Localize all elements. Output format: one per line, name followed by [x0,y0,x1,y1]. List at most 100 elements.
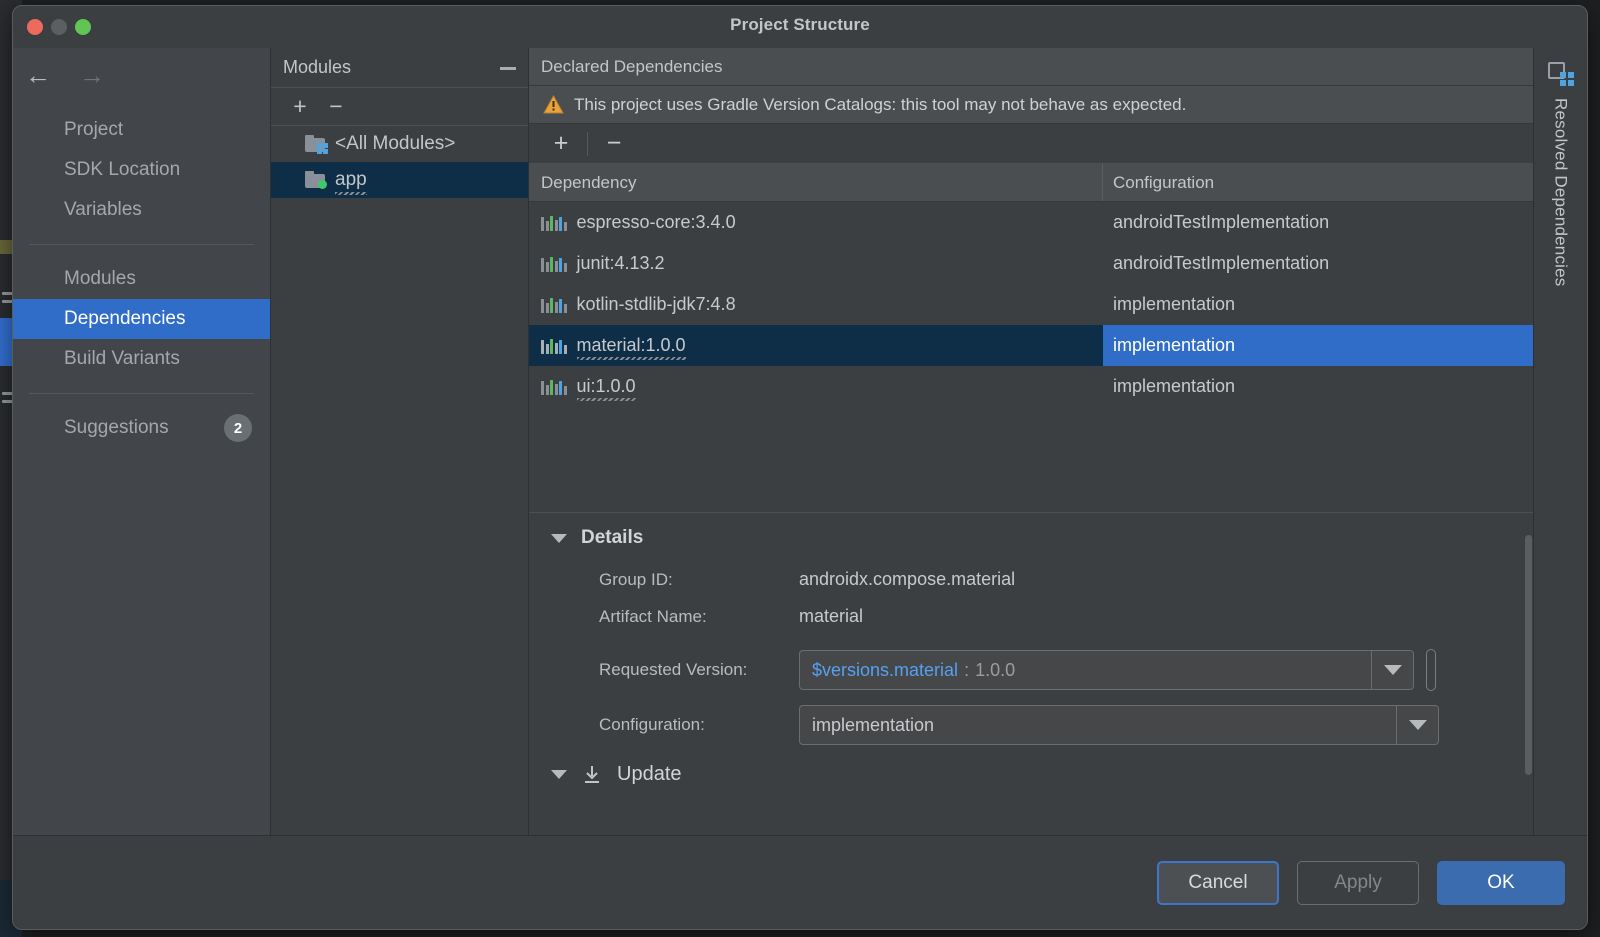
dependencies-toolbar: + − [529,124,1535,164]
sidebar-item-suggestions[interactable]: Suggestions 2 [13,408,270,448]
configuration-dropdown[interactable]: implementation [799,705,1439,745]
dependency-label: kotlin-stdlib-jdk7:4.8 [577,294,736,315]
table-row[interactable]: junit:4.13.2 androidTestImplementation [529,243,1535,284]
column-header-dependency[interactable]: Dependency [529,164,1103,201]
dependency-label: espresso-core:3.4.0 [577,212,736,233]
sidebar-item-label: Project [64,119,123,141]
navigation-sidebar: ← → Project SDK Location Variables Modul… [13,48,271,837]
library-icon [541,215,567,231]
sidebar-divider [29,393,254,394]
library-icon [541,379,567,395]
page-title: Project Structure [13,15,1587,35]
details-title: Details [581,527,643,549]
update-label: Update [617,763,682,786]
suggestions-badge: 2 [224,414,252,442]
sidebar-item-modules[interactable]: Modules [13,259,270,299]
table-row[interactable]: kotlin-stdlib-jdk7:4.8 implementation [529,284,1535,325]
sidebar-item-build-variants[interactable]: Build Variants [13,339,270,379]
remove-module-button[interactable]: − [321,93,351,121]
remove-dependency-button[interactable]: − [594,129,634,159]
group-id-row: Group ID: androidx.compose.material [529,561,1535,598]
modules-panel-title: Modules [283,57,351,78]
table-row[interactable]: ui:1.0.0 implementation [529,366,1535,407]
chevron-down-icon[interactable] [1396,706,1438,744]
minimize-icon[interactable] [498,58,518,78]
requested-version-dropdown[interactable]: $versions.material : 1.0.0 [799,650,1414,690]
project-structure-dialog: Project Structure ← → Project SDK Locati… [12,5,1588,930]
dependency-cell[interactable]: kotlin-stdlib-jdk7:4.8 [529,284,1103,325]
table-row-selected[interactable]: material:1.0.0 implementation [529,325,1535,366]
requested-version-label: Requested Version: [599,660,799,680]
group-id-value: androidx.compose.material [799,569,1015,590]
arrow-left-icon[interactable]: ← [25,62,51,88]
requested-version-row: Requested Version: $versions.material : … [529,649,1535,691]
configuration-cell[interactable]: androidTestImplementation [1103,202,1535,243]
details-section: Details Group ID: androidx.compose.mater… [529,512,1535,837]
cancel-button[interactable]: Cancel [1157,861,1279,905]
table-row[interactable]: espresso-core:3.4.0 androidTestImplement… [529,202,1535,243]
configuration-cell[interactable]: implementation [1103,325,1535,366]
dependency-label: ui:1.0.0 [577,376,636,397]
module-row-all-modules[interactable]: <All Modules> [271,126,528,162]
artifact-name-row: Artifact Name: material [529,598,1535,635]
sidebar-item-sdk-location[interactable]: SDK Location [13,150,270,190]
modules-grid-icon [1548,62,1574,86]
resolved-dependencies-strip[interactable]: Resolved Dependencies [1533,48,1587,837]
sidebar-item-label: SDK Location [64,159,180,181]
declared-dependencies-header: Declared Dependencies [529,48,1535,86]
dependency-cell[interactable]: junit:4.13.2 [529,243,1103,284]
dependency-cell[interactable]: ui:1.0.0 [529,366,1103,407]
dependencies-table: Dependency Configuration espresso-core:3… [529,164,1535,502]
modules-panel-header: Modules [271,48,528,88]
gradle-catalog-warning-banner: This project uses Gradle Version Catalog… [529,86,1535,124]
table-body: espresso-core:3.4.0 androidTestImplement… [529,202,1535,502]
sidebar-item-variables[interactable]: Variables [13,190,270,230]
sidebar-item-label: Modules [64,268,136,290]
configuration-label: Configuration: [599,715,799,735]
configuration-cell[interactable]: androidTestImplementation [1103,243,1535,284]
ok-button[interactable]: OK [1437,861,1565,905]
dialog-footer: Cancel Apply OK [13,835,1587,929]
configuration-cell[interactable]: implementation [1103,284,1535,325]
sidebar-item-label: Suggestions [64,417,169,439]
modules-toolbar: + − [271,88,528,126]
add-dependency-button[interactable]: + [541,129,581,159]
library-icon [541,297,567,313]
module-label: app [335,169,367,191]
group-id-label: Group ID: [599,570,799,590]
module-row-app[interactable]: app [271,162,528,198]
chevron-down-icon[interactable] [1371,651,1413,689]
version-variable-handle[interactable] [1426,649,1436,691]
requested-version-separator: : [964,660,969,681]
configuration-selected-value: implementation [812,715,934,736]
download-icon [581,765,603,785]
warning-triangle-icon [543,95,564,114]
sidebar-item-label: Build Variants [64,348,180,370]
triangle-down-icon[interactable] [551,534,567,543]
configuration-cell[interactable]: implementation [1103,366,1535,407]
add-module-button[interactable]: + [285,93,315,121]
sidebar-item-project[interactable]: Project [13,110,270,150]
triangle-down-icon[interactable] [551,770,567,779]
requested-version-resolved: 1.0.0 [975,660,1015,681]
dependency-cell[interactable]: material:1.0.0 [529,325,1103,366]
library-icon [541,338,567,354]
library-icon [541,256,567,272]
artifact-name-label: Artifact Name: [599,607,799,627]
column-header-configuration[interactable]: Configuration [1103,164,1535,201]
arrow-right-icon[interactable]: → [79,62,105,88]
sidebar-divider [29,244,254,245]
modules-panel: Modules + − <All Modules> app [271,48,529,837]
declared-dependencies-panel: Declared Dependencies This project uses … [529,48,1535,837]
warning-text: This project uses Gradle Version Catalog… [574,95,1186,115]
apply-button[interactable]: Apply [1297,861,1419,905]
details-scrollbar[interactable] [1525,535,1532,775]
toolbar-divider [587,132,588,156]
title-bar: Project Structure [13,6,1587,48]
nav-history-controls: ← → [25,62,105,88]
update-section-header[interactable]: Update [529,745,1535,786]
dependency-cell[interactable]: espresso-core:3.4.0 [529,202,1103,243]
sidebar-item-dependencies[interactable]: Dependencies [13,299,270,339]
details-header[interactable]: Details [529,513,1535,549]
configuration-row: Configuration: implementation [529,705,1535,745]
